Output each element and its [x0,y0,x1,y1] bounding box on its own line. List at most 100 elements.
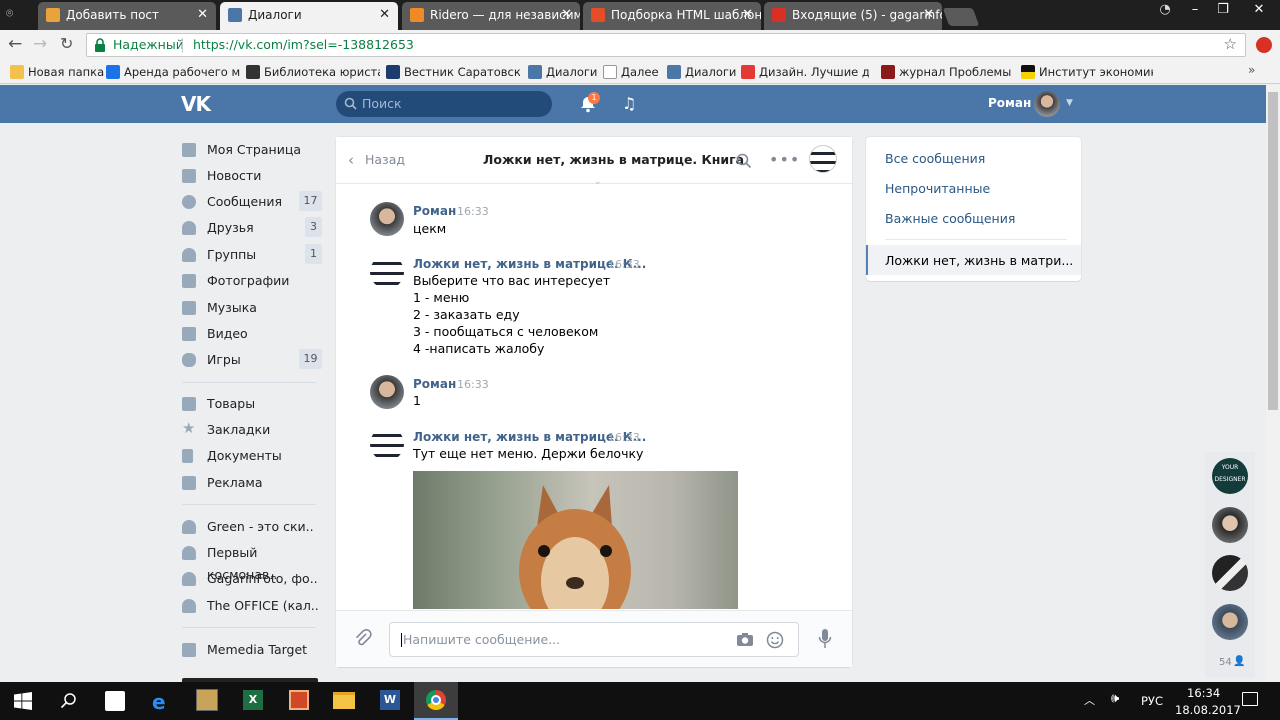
minimize-window-button[interactable]: – [1180,0,1210,22]
browser-tab-ridero[interactable]: Ridero — для независим ✕ [402,2,580,30]
sidebar-item-my-page[interactable]: Моя Страница [182,139,322,161]
user-name[interactable]: Роман [988,96,1031,110]
extension-icon[interactable] [1256,37,1272,53]
search-input[interactable]: Поиск [336,91,552,117]
browser-tab-dialogs[interactable]: Диалоги ✕ [220,2,398,30]
bookmark-item[interactable]: Библиотека юриста - [246,63,380,81]
window-user-icon[interactable]: ◔ [1150,0,1180,22]
page-scrollbar-thumb[interactable] [1268,92,1278,410]
search-icon[interactable] [736,153,752,169]
tab-title: Ridero — для независим [430,8,580,22]
chrome-icon[interactable] [426,690,446,710]
user-avatar[interactable] [370,375,404,409]
presentation-app-icon[interactable] [289,690,309,710]
filter-unread[interactable]: Непрочитанные [885,181,990,196]
user-avatar[interactable] [1034,91,1060,117]
sidebar-item-video[interactable]: Видео [182,323,322,345]
sidebar-item-bookmarks[interactable]: ★ Закладки [182,419,322,441]
file-explorer-icon[interactable] [333,692,355,709]
more-bookmarks-icon[interactable]: » [1248,63,1255,77]
back-arrow-icon[interactable]: ← [8,34,26,54]
windows-start-icon[interactable] [14,692,32,710]
close-tab-icon[interactable]: ✕ [561,2,572,28]
sidebar-item-messages[interactable]: Сообщения 17 [182,191,322,213]
sidebar-item-music[interactable]: Музыка [182,297,322,319]
bookmark-item[interactable]: Аренда рабочего ме [106,63,240,81]
attach-paperclip-icon[interactable] [354,628,372,649]
chevron-left-icon[interactable]: ‹ [348,151,354,169]
tray-up-arrow-icon[interactable]: ︿ [1084,692,1095,708]
microphone-icon[interactable] [818,628,832,650]
sidebar-item-photos[interactable]: Фотографии [182,270,322,292]
language-indicator[interactable]: РУС [1141,694,1163,708]
word-icon[interactable]: W [380,690,400,710]
bookmark-item[interactable]: журнал Проблемы м [881,63,1011,81]
sidebar-group-link[interactable]: Первый космонав.. [182,542,322,582]
sidebar-item-games[interactable]: Игры 19 [182,349,322,371]
friend-avatar[interactable] [1212,604,1248,640]
browser-tab-add-post[interactable]: Добавить пост ✕ [38,2,216,30]
vk-logo[interactable]: VK [181,92,211,116]
volume-icon[interactable]: 🕪 [1111,691,1119,706]
sidebar-group-link[interactable]: The OFFICE (кал.. [182,595,322,617]
excel-icon[interactable]: X [243,690,263,710]
community-avatar[interactable] [809,145,837,173]
filter-important[interactable]: Важные сообщения [885,211,1015,226]
bookmark-item[interactable]: Далее [603,63,663,81]
maximize-window-button[interactable]: ❐ [1208,0,1238,22]
new-tab-button[interactable] [942,8,980,26]
online-count[interactable]: 54 [1219,657,1232,668]
notification-center-icon[interactable] [1242,692,1258,706]
community-avatar[interactable] [370,255,404,289]
sidebar-item-documents[interactable]: Документы [182,445,322,467]
address-bar[interactable]: Надежный https://vk.com/im?sel=-13881265… [86,33,1246,57]
close-tab-icon[interactable]: ✕ [379,2,390,28]
bookmark-item[interactable]: Новая папка [10,63,104,81]
community-avatar[interactable] [370,427,404,461]
friend-avatar[interactable] [1212,507,1248,543]
browser-tab-gmail[interactable]: Входящие (5) - gagarinfo ✕ [764,2,942,30]
filter-all-messages[interactable]: Все сообщения [885,151,985,166]
sidebar-item-ads[interactable]: Реклама [182,472,322,494]
message-author[interactable]: Роман [413,377,456,391]
sidebar-app-link[interactable]: Memedia Target [182,639,322,661]
close-window-button[interactable]: ✕ [1238,0,1280,22]
message-author[interactable]: Роман [413,204,456,218]
bookmark-item[interactable]: Дизайн. Лучшие диз [741,63,869,81]
browser-tab-html-templates[interactable]: Подборка HTML шаблон ✕ [583,2,761,30]
chevron-down-icon[interactable]: ▼ [1066,98,1073,108]
friend-avatar[interactable]: YOUR DESIGNER [1212,458,1248,494]
camera-icon[interactable] [736,632,754,647]
close-tab-icon[interactable]: ✕ [742,2,753,28]
sidebar-item-news[interactable]: Новости [182,165,322,187]
forward-arrow-icon[interactable]: → [33,34,51,54]
reload-icon[interactable]: ↻ [60,34,78,54]
bookmark-item[interactable]: Диалоги [667,63,736,81]
scroll-up-arrow-icon[interactable]: ⌄ [594,177,602,187]
sidebar-item-goods[interactable]: Товары [182,393,322,415]
emoji-smile-icon[interactable] [766,631,784,649]
bookmark-item[interactable]: Диалоги [528,63,597,81]
app-icon[interactable] [196,689,218,711]
back-link[interactable]: Назад [365,152,405,167]
sidebar-item-friends[interactable]: Друзья 3 [182,217,322,239]
clock-date[interactable]: 18.08.2017 [1175,703,1241,717]
friend-avatar[interactable] [1212,555,1248,591]
bookmark-item[interactable]: Институт экономики [1021,63,1153,81]
sidebar-item-groups[interactable]: Группы 1 [182,244,322,266]
more-options-icon[interactable]: ••• [769,150,800,169]
store-bag-icon[interactable] [105,691,125,711]
bookmark-item[interactable]: Вестник Саратовской [386,63,520,81]
message-input[interactable]: Напишите сообщение... [389,622,799,657]
close-tab-icon[interactable]: ✕ [923,2,934,28]
search-icon[interactable] [60,692,78,710]
user-avatar[interactable] [370,202,404,236]
squirrel-photo[interactable] [413,471,738,609]
close-tab-icon[interactable]: ✕ [197,2,208,28]
sidebar-group-link[interactable]: GagarinFoto, фо.. [182,568,322,590]
clock-time[interactable]: 16:34 [1187,686,1220,700]
bookmark-star-icon[interactable]: ☆ [1224,35,1237,53]
music-note-icon[interactable]: ♫ [622,94,636,113]
sidebar-group-link[interactable]: Green - это ски.. [182,516,322,538]
edge-browser-icon[interactable]: e [152,690,166,714]
